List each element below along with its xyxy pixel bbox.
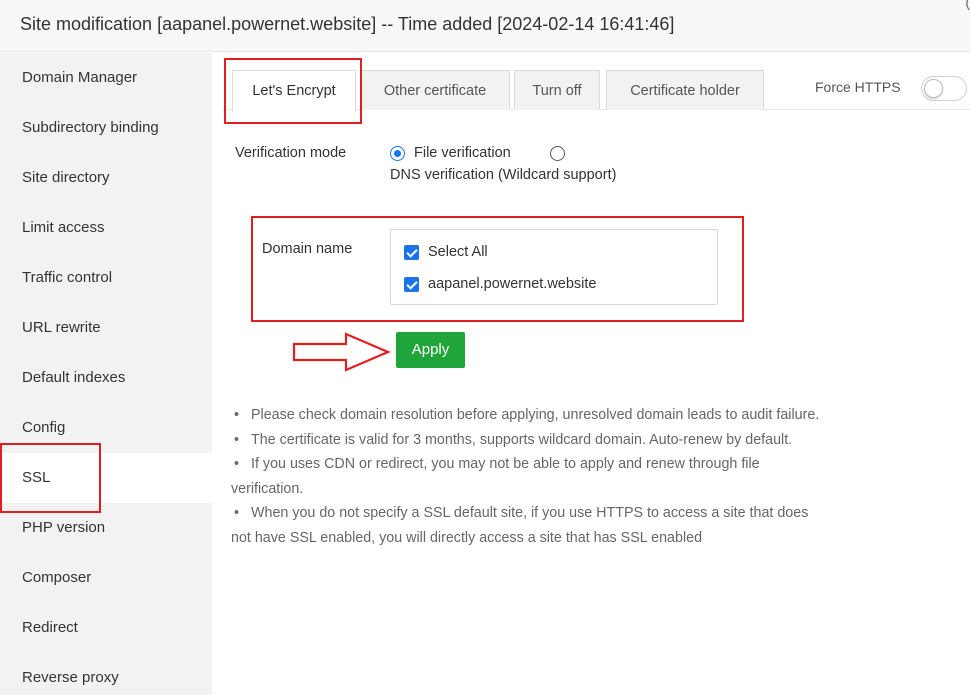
note-text: When you do not specify a SSL default si… [231,505,809,546]
sidebar-item-ssl[interactable]: SSL [0,453,212,503]
note-text: The certificate is valid for 3 months, s… [251,431,793,448]
dialog-title: Site modification [aapanel.powernet.webs… [20,14,675,34]
toggle-knob [924,79,943,98]
select-all-label[interactable]: Select All [428,244,488,260]
sidebar-item-reverse-proxy[interactable]: Reverse proxy [0,653,212,695]
force-https-label: Force HTTPS [815,79,901,95]
sidebar-item-limit-access[interactable]: Limit access [0,203,212,253]
sidebar-item-site-directory[interactable]: Site directory [0,153,212,203]
tab-certificate-holder[interactable]: Certificate holder [606,70,764,110]
sidebar-item-composer[interactable]: Composer [0,553,212,603]
note-text: If you uses CDN or redirect, you may not… [231,456,760,497]
sidebar-item-url-rewrite[interactable]: URL rewrite [0,303,212,353]
tab-other-certificate[interactable]: Other certificate [360,70,510,110]
sidebar-item-config[interactable]: Config [0,403,212,453]
domain-checkbox[interactable] [404,277,419,292]
ssl-tabbar: Let's Encrypt Other certificate Turn off… [212,53,970,111]
dns-verification-label[interactable]: DNS verification (Wildcard support) [390,167,616,183]
domain-name-label: Domain name [262,241,353,257]
tab-turn-off[interactable]: Turn off [514,70,600,110]
sidebar-item-default-indexes[interactable]: Default indexes [0,353,212,403]
sidebar-item-subdirectory-binding[interactable]: Subdirectory binding [0,103,212,153]
annotation-arrow-icon [292,332,391,372]
note-item: • When you do not specify a SSL default s… [231,501,821,550]
file-verification-radio[interactable] [390,146,405,161]
verification-mode-label: Verification mode [235,145,347,161]
domain-checkbox-label[interactable]: aapanel.powernet.website [428,276,596,292]
sidebar: Domain Manager Subdirectory binding Site… [0,53,212,695]
file-verification-label[interactable]: File verification [414,145,511,161]
dialog-titlebar: Site modification [aapanel.powernet.webs… [0,0,970,52]
note-item: • If you uses CDN or redirect, you may no… [231,452,821,501]
bullet-icon: • [234,505,240,521]
sidebar-item-redirect[interactable]: Redirect [0,603,212,653]
sidebar-item-domain-manager[interactable]: Domain Manager [0,53,212,103]
apply-button[interactable]: Apply [396,332,465,368]
tab-lets-encrypt[interactable]: Let's Encrypt [232,70,356,111]
note-item: • The certificate is valid for 3 months, … [231,428,821,453]
close-icon[interactable]: ( [965,0,970,10]
select-all-checkbox[interactable] [404,245,419,260]
bullet-icon: • [234,431,240,448]
sidebar-item-traffic-control[interactable]: Traffic control [0,253,212,303]
ssl-notes: • Please check domain resolution before a… [231,403,821,550]
bullet-icon: • [234,456,240,472]
note-item: • Please check domain resolution before a… [231,403,821,428]
domain-list: Select All aapanel.powernet.website [390,229,718,305]
dns-verification-radio[interactable] [550,146,565,161]
note-text: Please check domain resolution before ap… [251,407,820,423]
sidebar-item-php-version[interactable]: PHP version [0,503,212,553]
ssl-panel: Let's Encrypt Other certificate Turn off… [212,53,970,695]
force-https-toggle[interactable] [921,76,967,101]
bullet-icon: • [234,407,240,423]
